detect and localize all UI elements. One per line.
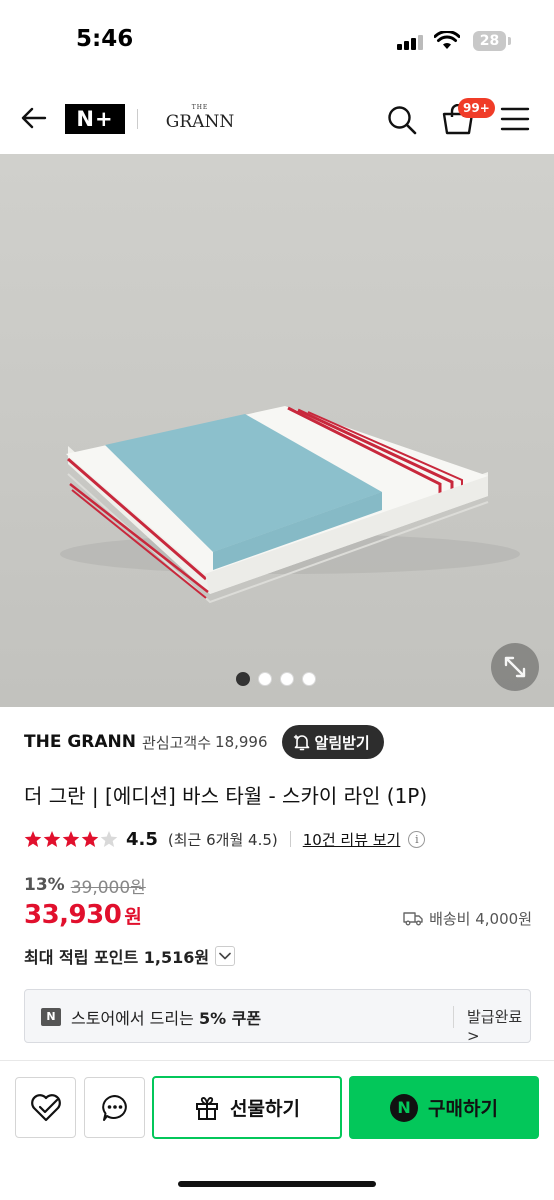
bottom-action-bar: 선물하기 N 구매하기: [0, 1061, 554, 1200]
nav-divider: [137, 109, 138, 129]
wifi-icon: [434, 31, 460, 49]
gallery-dot[interactable]: [302, 672, 316, 686]
top-nav: N+ THE GRANN 99+: [0, 82, 554, 154]
naver-n-icon: N: [41, 1008, 61, 1026]
brand-name: GRANN: [165, 112, 235, 132]
star-rating: [24, 830, 120, 849]
chat-bubble-icon: [101, 1094, 127, 1121]
gallery-pagination: [236, 672, 316, 686]
buy-button[interactable]: N 구매하기: [349, 1076, 539, 1139]
rating-divider: [289, 831, 291, 847]
product-image[interactable]: [0, 154, 554, 707]
coupon-divider: [453, 1006, 454, 1028]
naver-pay-icon: N: [390, 1093, 419, 1122]
menu-icon[interactable]: [500, 106, 530, 132]
rating-row: 4.5 (최근 6개월 4.5) 10건 리뷰 보기 i: [24, 826, 426, 852]
points-expand-button[interactable]: [215, 946, 236, 966]
price-unit: 원: [124, 906, 142, 928]
coupon-text-prefix: 스토어에서 드리는: [71, 1009, 199, 1028]
search-icon[interactable]: [386, 104, 418, 136]
bell-plus-icon: [293, 734, 309, 751]
fav-label: 관심고객수: [142, 733, 212, 752]
discount-row: 13% 39,000원: [24, 872, 146, 898]
gift-button[interactable]: 선물하기: [152, 1076, 342, 1139]
store-row: THE GRANN 관심고객수 18,996 알림받기: [24, 724, 534, 760]
signal-icon: [397, 34, 423, 50]
price-row: 33,930 원: [24, 900, 142, 936]
status-bar: 5:46 28: [0, 0, 554, 82]
gallery-dot[interactable]: [258, 672, 272, 686]
coupon-status[interactable]: 발급완료 >: [467, 1006, 530, 1045]
truck-icon: [403, 912, 423, 926]
gift-label: 선물하기: [230, 1098, 300, 1120]
expand-image-button[interactable]: [491, 643, 539, 691]
recent-rating: (최근 6개월 4.5): [167, 830, 278, 849]
sale-price: 33,930: [24, 900, 122, 930]
talk-button[interactable]: [84, 1077, 145, 1138]
alarm-label: 알림받기: [314, 733, 370, 752]
info-icon[interactable]: i: [408, 830, 426, 848]
expand-icon: [504, 656, 526, 678]
towel-illustration: [0, 154, 554, 707]
fav-count: 18,996: [215, 733, 268, 751]
alarm-subscribe-button[interactable]: 알림받기: [281, 725, 384, 759]
gift-icon: [196, 1096, 219, 1120]
store-name[interactable]: THE GRANN: [24, 732, 136, 752]
store-coupon[interactable]: N 스토어에서 드리는 5% 쿠폰 발급완료 >: [24, 989, 531, 1045]
coupon-amount: 5% 쿠폰: [198, 1009, 262, 1028]
home-indicator: [178, 1181, 376, 1187]
points-row: 최대 적립 포인트 1,516원: [24, 942, 236, 970]
battery-tip: [508, 37, 511, 45]
gallery-dot[interactable]: [236, 672, 250, 686]
wishlist-button[interactable]: [15, 1077, 76, 1138]
status-time: 5:46: [76, 26, 134, 52]
brand-logo[interactable]: THE GRANN: [163, 104, 237, 132]
buy-label: 구매하기: [428, 1098, 498, 1120]
nplus-logo[interactable]: N+: [65, 104, 125, 134]
rating-value: 4.5: [126, 828, 158, 850]
shipping-fee: 배송비 4,000원: [429, 909, 532, 928]
brand-small: THE: [191, 104, 209, 111]
original-price: 39,000원: [70, 877, 146, 898]
stars-icon: [24, 830, 118, 847]
battery-icon: 28: [473, 31, 506, 51]
review-link[interactable]: 10건 리뷰 보기: [303, 829, 401, 850]
shipping-info: 배송비 4,000원: [403, 906, 532, 930]
cart-count-badge: 99+: [458, 98, 495, 118]
product-title: 더 그란 | [에디션] 바스 타월 - 스카이 라인 (1P): [24, 784, 428, 808]
back-arrow-icon[interactable]: [18, 102, 50, 134]
max-points: 최대 적립 포인트 1,516원: [24, 948, 210, 967]
gallery-dot[interactable]: [280, 672, 294, 686]
discount-rate: 13%: [24, 875, 65, 895]
chevron-down-icon: [219, 952, 231, 960]
coupon-text: 스토어에서 드리는 5% 쿠폰: [71, 1005, 261, 1029]
heart-check-icon: [30, 1093, 61, 1121]
